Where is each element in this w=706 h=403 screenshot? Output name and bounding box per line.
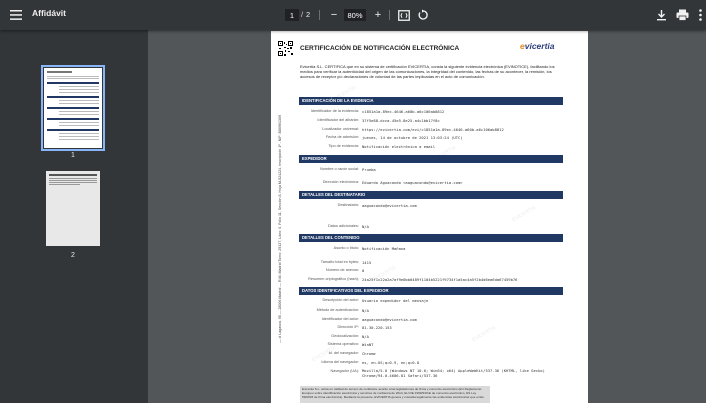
field-value: Eduardo Aguacondo <aaguacondo@evicertia.… xyxy=(362,180,463,185)
document-title: Affidávit xyxy=(32,8,66,18)
page-number-input[interactable]: 1 xyxy=(285,9,299,21)
section-header: EXPEDIDOR xyxy=(299,155,563,163)
toolbar-divider xyxy=(389,10,390,20)
page-separator: / xyxy=(301,10,304,19)
field-value: aaguacondo@evicertia.com xyxy=(362,203,417,208)
field-label: Id. del navegador: xyxy=(328,351,359,355)
field-label: Descripción del actor: xyxy=(322,298,359,302)
thumbnail-number: 2 xyxy=(71,252,75,259)
field-value: Mozilla/5.0 (Windows NT 10.0; Win64; x64… xyxy=(362,368,545,378)
field-value: https://evicertia.com/evi/c1851a1a-89ec-… xyxy=(362,127,504,132)
field-value: Notificación electrónica a email xyxy=(362,144,436,149)
field-value: aaguacondo@evicertia.com xyxy=(362,317,417,322)
field-label: Resumen criptográfico (hash): xyxy=(308,277,359,281)
section-header: IDENTIFICACIÓN DE LA EVIDENCIA xyxy=(299,97,563,105)
field-label: Idioma del navegador: xyxy=(321,360,359,364)
registry-side-text: — cl Lagasca, 95 — 28006 Madrid — R.M. M… xyxy=(278,115,282,343)
menu-icon[interactable] xyxy=(6,5,26,25)
plus-icon: + xyxy=(374,9,382,21)
field-value: 81.30.220.153 xyxy=(362,325,392,330)
toolbar-divider xyxy=(319,10,320,20)
page-thumbnail-2[interactable] xyxy=(46,171,100,246)
section-header: DETALLES DEL CONTENIDO xyxy=(299,234,563,242)
field-value: N/A xyxy=(362,308,369,313)
field-label: Dirección IP: xyxy=(337,325,359,329)
rotate-icon[interactable] xyxy=(415,7,431,23)
minus-icon: − xyxy=(330,9,338,21)
thumbnail-number: 1 xyxy=(71,152,75,159)
field-label: Localizador universal: xyxy=(322,127,359,131)
download-icon[interactable] xyxy=(653,7,669,23)
field-label: Destinatario: xyxy=(337,203,359,207)
field-label: Nombre o razón social: xyxy=(319,167,359,171)
field-label: Navegador (UA): xyxy=(330,369,360,373)
field-value: es, en-US;q=0.9, en;q=0.8 xyxy=(362,360,420,365)
zoom-input[interactable]: 80% xyxy=(344,9,366,21)
page-thumbnail-1[interactable] xyxy=(41,65,105,151)
field-label: Fecha de admisión: xyxy=(325,135,359,139)
field-value: 1415 xyxy=(362,260,372,265)
field-label: Dirección electrónica: xyxy=(322,180,359,184)
field-value: 37f5e88-dcca-45e5-8e25-a4c1bb17f8c xyxy=(362,118,440,123)
pdf-page: EVICERTIA EVICERTIA EVICERTIA EVICERTIA … xyxy=(271,31,588,403)
field-value: 24a25f1c22a2a7af9e0bb0489f1104b5221f9734… xyxy=(362,277,518,282)
field-label: Sistema operativo: xyxy=(327,342,359,346)
print-icon[interactable] xyxy=(674,7,690,23)
field-value: Notificación Mañana xyxy=(362,246,406,251)
field-label: Identificador del actor: xyxy=(321,317,359,321)
field-label: Asunto o título: xyxy=(333,246,359,250)
fit-page-icon[interactable] xyxy=(396,7,412,23)
field-label: Número de anexos: xyxy=(325,268,359,272)
field-label: Método de autenticación: xyxy=(316,308,359,312)
field-value: N/A xyxy=(362,334,369,339)
footer-note: Evicertia S.L. actúa en calidad de terce… xyxy=(300,386,490,403)
field-label: Datos adicionales: xyxy=(327,224,359,228)
field-value: Chrome xyxy=(362,351,376,356)
section-header: DETALLES DEL DESTINATARIO xyxy=(299,191,563,199)
zoom-out-button[interactable]: − xyxy=(327,7,341,23)
more-vert-icon[interactable] xyxy=(695,7,705,23)
section-header: DATOS IDENTIFICATIVOS DEL EXPEDIDOR xyxy=(299,287,563,295)
field-value: c1851a1a-89ec-4646-a60b-a6c106ab8812 xyxy=(362,109,445,114)
field-value: Prueba xyxy=(362,167,376,172)
certificate-intro: Evicertia S.L. CERTIFICA que en su siste… xyxy=(300,64,555,79)
total-pages: 2 xyxy=(306,10,311,19)
field-value: N/A xyxy=(362,224,369,229)
field-value: 0 xyxy=(362,268,365,273)
field-value: Usuario expedidor del mensaje xyxy=(362,298,429,303)
zoom-in-button[interactable]: + xyxy=(371,7,385,23)
field-value: WinNT xyxy=(362,342,374,347)
field-label: Tipo de evidencia: xyxy=(328,144,359,148)
certificate-title: CERTIFICACIÓN DE NOTIFICACIÓN ELECTRÓNIC… xyxy=(300,45,460,52)
evicertia-logo: evicertia xyxy=(520,41,555,51)
field-label: Identificador del albarán: xyxy=(317,118,359,122)
field-value: jueves, 14 de octubre de 2021 13:03:24 (… xyxy=(362,135,463,140)
field-label: Tamaño total en bytes: xyxy=(320,260,359,264)
pdf-toolbar: Affidávit 1 / 2 − 80% + xyxy=(0,0,706,30)
thumbnail-sidebar: 1 2 xyxy=(0,30,148,403)
field-label: Geolocalización: xyxy=(331,334,359,338)
field-label: Identificador de la evidencia: xyxy=(310,109,359,113)
